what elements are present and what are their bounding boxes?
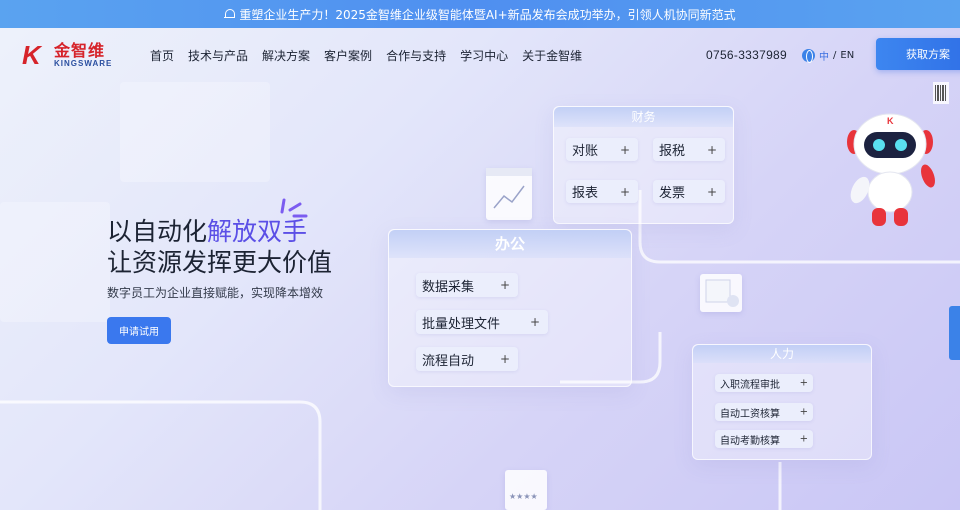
lang-zh[interactable]: 中 — [819, 48, 829, 63]
chip-attendance[interactable]: 自动考勤核算 + — [715, 430, 813, 448]
chip-data-collection[interactable]: 数据采集 + — [416, 273, 518, 297]
side-float-tab[interactable] — [949, 306, 960, 360]
logo-name-cn: 金智维 — [54, 40, 106, 60]
nav-item-home[interactable]: 首页 — [150, 47, 174, 64]
hero-title-highlight: 解放双手 — [207, 217, 308, 246]
nav-item-partners[interactable]: 合作与支持 — [386, 47, 446, 64]
globe-icon — [802, 49, 815, 63]
main-nav: 首页 技术与产品 解决方案 客户案例 合作与支持 学习中心 关于金智维 — [150, 28, 582, 82]
nav-item-learning[interactable]: 学习中心 — [460, 47, 508, 64]
panel-office: 办公 数据采集 + 批量处理文件 + 流程自动 + — [388, 229, 632, 387]
panel-finance-title: 财务 — [554, 107, 733, 127]
plus-icon: + — [619, 184, 630, 199]
robot-badge: K — [887, 116, 894, 126]
rating-stars: ★★★★ — [509, 492, 538, 501]
hero-title-line2: 让资源发挥更大价值 — [107, 248, 333, 277]
language-switcher: 中 / EN — [802, 48, 854, 63]
chip-onboarding[interactable]: 入职流程审批 + — [715, 374, 813, 392]
chip-process-auto[interactable]: 流程自动 + — [416, 347, 518, 371]
chip-batch-files[interactable]: 批量处理文件 + — [416, 310, 548, 334]
hero-title-line1: 以自动化解放双手 — [107, 217, 308, 246]
get-solution-button[interactable]: 获取方案 — [876, 38, 960, 70]
robot-mascot: K — [847, 113, 935, 226]
barcode-icon — [933, 82, 949, 104]
phone-number[interactable]: 0756-3337989 — [706, 48, 787, 62]
document-card-icon — [700, 274, 742, 312]
plus-icon: + — [619, 142, 630, 157]
panel-hr-title: 人力 — [693, 345, 871, 363]
panel-office-title: 办公 — [389, 230, 631, 258]
plus-icon: + — [799, 406, 808, 418]
panel-hr: 人力 入职流程审批 + 自动工资核算 + 自动考勤核算 + — [692, 344, 872, 460]
chip-payroll[interactable]: 自动工资核算 + — [715, 403, 813, 421]
plus-icon: + — [799, 377, 808, 389]
chip-tax[interactable]: 报税 + — [653, 138, 725, 161]
chart-card-icon — [486, 168, 532, 220]
nav-item-solutions[interactable]: 解决方案 — [262, 47, 310, 64]
chip-report[interactable]: 报表 + — [566, 180, 638, 203]
apply-trial-button[interactable]: 申请试用 — [107, 317, 171, 344]
site-header: K 金智维 KINGSWARE 首页 技术与产品 解决方案 客户案例 合作与支持… — [0, 28, 960, 82]
logo-name-en: KINGSWARE — [54, 58, 113, 68]
logo-mark: K — [22, 40, 41, 70]
nav-item-cases[interactable]: 客户案例 — [324, 47, 372, 64]
plus-icon: + — [529, 315, 540, 329]
chip-reconcile[interactable]: 对账 + — [566, 138, 638, 161]
lang-en[interactable]: EN — [840, 50, 854, 61]
panel-finance: 财务 对账 + 报税 + 报表 + 发票 + — [553, 106, 734, 224]
brand-logo[interactable]: K 金智维 KINGSWARE — [22, 42, 118, 68]
announcement-text[interactable]: 重塑企业生产力！2025金智维企业级智能体暨AI+新品发布会成功举办，引领人机协… — [239, 6, 735, 23]
plus-icon: + — [799, 433, 808, 445]
hero-subtitle: 数字员工为企业直接赋能，实现降本增效 — [107, 286, 324, 300]
nav-item-about[interactable]: 关于金智维 — [522, 47, 582, 64]
plus-icon: + — [499, 352, 510, 366]
logo-text: 金智维 KINGSWARE — [54, 40, 113, 68]
rating-card: ★★★★ — [505, 470, 547, 510]
plus-icon: + — [706, 142, 717, 157]
bell-icon — [224, 8, 236, 20]
nav-item-tech-products[interactable]: 技术与产品 — [188, 47, 248, 64]
hero-title: 以自动化解放双手 让资源发挥更大价值 — [107, 216, 332, 278]
announcement-bar[interactable]: 重塑企业生产力！2025金智维企业级智能体暨AI+新品发布会成功举办，引领人机协… — [0, 0, 960, 28]
plus-icon: + — [706, 184, 717, 199]
lang-separator: / — [833, 50, 837, 61]
chip-invoice[interactable]: 发票 + — [653, 180, 725, 203]
plus-icon: + — [499, 278, 510, 292]
